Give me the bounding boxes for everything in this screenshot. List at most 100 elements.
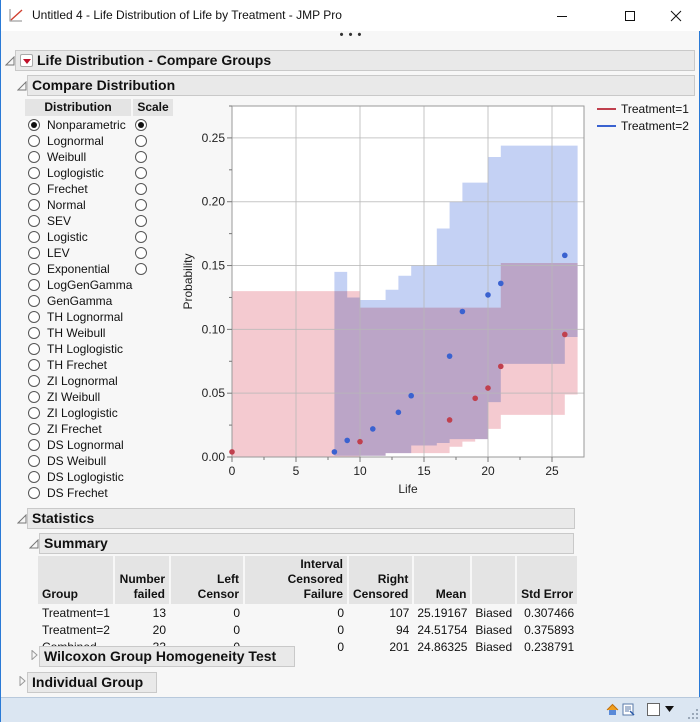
distribution-radio[interactable] [28, 199, 40, 211]
distribution-option[interactable]: Normal [28, 197, 86, 213]
legend-swatch-treatment-1 [597, 107, 616, 110]
distribution-option[interactable]: SEV [28, 213, 71, 229]
distribution-option[interactable]: TH Weibull [28, 325, 105, 341]
distribution-radio[interactable] [28, 439, 40, 451]
summary-cell: 0.307466 [524, 605, 575, 620]
distribution-radio[interactable] [28, 487, 40, 499]
distribution-option-label: Logistic [47, 230, 88, 244]
scale-radio[interactable] [135, 215, 147, 227]
close-button[interactable] [653, 0, 699, 31]
summary-cell: 0 [233, 605, 240, 620]
wilcoxon-test-title: Wilcoxon Group Homogeneity Test [44, 648, 277, 664]
distribution-option[interactable]: ZI Loglogistic [28, 405, 118, 421]
summary-column-header: Left Censor [170, 556, 245, 604]
summary-cell: 107 [389, 605, 410, 620]
scale-radio[interactable] [135, 231, 147, 243]
distribution-radio[interactable] [28, 327, 40, 339]
statistics-header[interactable]: Statistics [27, 508, 575, 529]
summary-column-header: Interval Censored Failure [244, 556, 349, 604]
scale-radio[interactable] [135, 119, 147, 131]
layout-checkbox[interactable] [647, 703, 660, 716]
maximize-button[interactable] [607, 0, 653, 31]
scale-radio[interactable] [135, 183, 147, 195]
distribution-radio[interactable] [28, 279, 40, 291]
distribution-radio[interactable] [28, 391, 40, 403]
red-triangle-menu-icon[interactable] [20, 54, 33, 67]
disclosure-open-icon[interactable] [17, 514, 27, 524]
chart-legend: Treatment=1 Treatment=2 [597, 100, 689, 134]
distribution-option[interactable]: Logistic [28, 229, 88, 245]
distribution-option[interactable]: ZI Lognormal [28, 373, 118, 389]
distribution-option[interactable]: Nonparametric [28, 117, 126, 133]
distribution-radio[interactable] [28, 359, 40, 371]
scale-radio[interactable] [135, 199, 147, 211]
summary-cell: 0.375893 [524, 622, 575, 637]
disclosure-open-icon[interactable] [29, 539, 39, 549]
distribution-option[interactable]: TH Frechet [28, 357, 107, 373]
individual-group-header[interactable]: Individual Group [27, 672, 157, 693]
distribution-radio[interactable] [28, 215, 40, 227]
distribution-option[interactable]: Frechet [28, 181, 88, 197]
distribution-option[interactable]: GenGamma [28, 293, 112, 309]
distribution-option[interactable]: Exponential [28, 261, 110, 277]
distribution-radio[interactable] [28, 263, 40, 275]
distribution-radio[interactable] [28, 183, 40, 195]
distribution-option-label: TH Weibull [47, 326, 106, 340]
wilcoxon-test-header[interactable]: Wilcoxon Group Homogeneity Test [39, 646, 295, 667]
distribution-option[interactable]: Loglogistic [28, 165, 104, 181]
data-point-treatment-1 [485, 385, 491, 391]
distribution-option[interactable]: DS Frechet [28, 485, 108, 501]
summary-header[interactable]: Summary [39, 533, 574, 554]
life-distribution-header[interactable]: Life Distribution - Compare Groups [15, 50, 695, 71]
data-point-treatment-2 [344, 437, 350, 444]
distribution-option[interactable]: Lognormal [28, 133, 104, 149]
distribution-radio[interactable] [28, 167, 40, 179]
distribution-radio[interactable] [28, 455, 40, 467]
distribution-radio[interactable] [28, 471, 40, 483]
distribution-option[interactable]: ZI Frechet [28, 421, 102, 437]
distribution-radio[interactable] [28, 119, 40, 131]
disclosure-open-icon[interactable] [5, 56, 15, 66]
distribution-option[interactable]: LogGenGamma [28, 277, 132, 293]
distribution-option[interactable]: TH Lognormal [28, 309, 123, 325]
summary-cell: 25.19167 [417, 605, 468, 620]
distribution-radio[interactable] [28, 407, 40, 419]
distribution-radio[interactable] [28, 151, 40, 163]
distribution-radio[interactable] [28, 231, 40, 243]
distribution-option[interactable]: DS Weibull [28, 453, 106, 469]
window-list-icon[interactable] [622, 703, 635, 716]
toolbar-overflow-handle[interactable]: • • • [1, 30, 700, 45]
scale-radio[interactable] [135, 263, 147, 275]
distribution-column-header: Distribution [25, 99, 131, 116]
distribution-radio[interactable] [28, 375, 40, 387]
distribution-radio[interactable] [28, 343, 40, 355]
distribution-radio[interactable] [28, 247, 40, 259]
distribution-option[interactable]: LEV [28, 245, 70, 261]
resize-grip-icon[interactable] [687, 708, 699, 720]
distribution-radio[interactable] [28, 135, 40, 147]
legend-item-treatment-2[interactable]: Treatment=2 [597, 117, 689, 134]
dropdown-arrow-icon[interactable] [665, 706, 674, 713]
disclosure-open-icon[interactable] [17, 81, 27, 91]
scale-radio[interactable] [135, 167, 147, 179]
legend-item-treatment-1[interactable]: Treatment=1 [597, 100, 689, 117]
distribution-option[interactable]: TH Loglogistic [28, 341, 123, 357]
distribution-radio[interactable] [28, 311, 40, 323]
summary-column-header: Std Error [516, 556, 580, 604]
compare-distribution-header[interactable]: Compare Distribution [27, 75, 695, 96]
data-point-treatment-2 [408, 392, 414, 399]
distribution-option[interactable]: ZI Weibull [28, 389, 100, 405]
y-tick-label: 0.10 [202, 322, 226, 336]
distribution-radio[interactable] [28, 423, 40, 435]
distribution-option[interactable]: Weibull [28, 149, 86, 165]
distribution-option[interactable]: DS Loglogistic [28, 469, 124, 485]
scale-radio[interactable] [135, 247, 147, 259]
home-icon[interactable] [606, 703, 619, 716]
distribution-option[interactable]: DS Lognormal [28, 437, 124, 453]
life-distribution-title: Life Distribution - Compare Groups [37, 52, 272, 68]
distribution-radio[interactable] [28, 295, 40, 307]
scale-radio[interactable] [135, 135, 147, 147]
summary-cell: 0 [337, 605, 344, 620]
scale-radio[interactable] [135, 151, 147, 163]
minimize-button[interactable] [539, 0, 585, 31]
